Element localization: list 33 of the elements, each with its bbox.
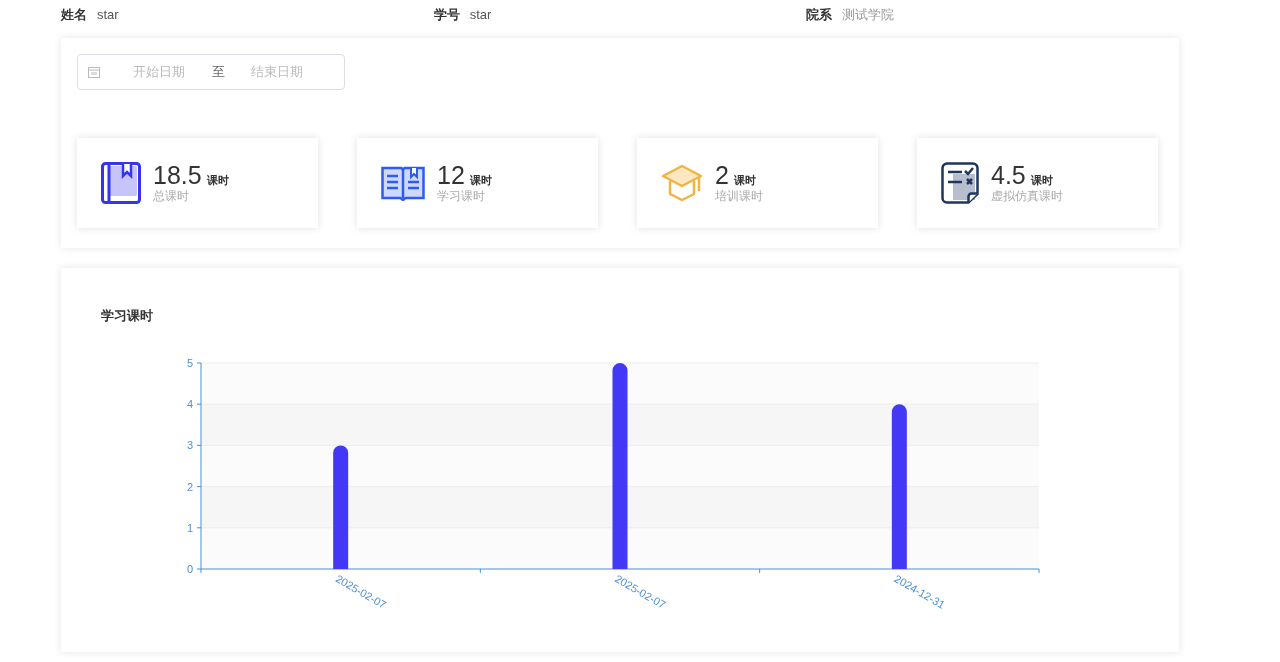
field-value: 测试学院 [842,6,895,25]
graduation-cap-icon [661,164,703,202]
checklist-document-icon [941,162,979,204]
date-range-field[interactable]: 开始日期 至 结束日期 [77,54,345,90]
stat-value: 18.5 [153,163,202,189]
field-label: 学号 [433,6,460,25]
stat-unit: 课时 [1030,173,1053,189]
bookmark-book-icon [101,162,141,204]
y-axis-label: 0 [186,562,193,575]
field-label: 姓名 [61,6,87,25]
start-date-field[interactable]: 开始日期 [114,61,204,83]
y-axis-label: 2 [186,480,193,493]
y-axis-label: 1 [186,521,193,534]
stat-unit: 课时 [469,173,492,189]
end-date-field[interactable]: 结束日期 [232,61,322,83]
stat-value: 2 [715,163,729,189]
open-book-icon [381,165,425,201]
chart-title: 学习课时 [101,307,154,325]
stat-label: 虚拟仿真课时 [991,188,1063,203]
y-axis-label: 5 [186,356,193,369]
y-axis-label: 3 [186,438,193,451]
stat-label: 总课时 [153,188,190,203]
y-axis-label: 4 [186,397,193,410]
field-value: star [469,6,492,25]
calendar-icon [88,66,100,78]
stat-unit: 课时 [206,173,229,189]
field-label: 院系 [806,6,833,25]
stat-value: 4.5 [991,163,1026,189]
stat-value: 12 [437,163,465,189]
stat-label: 学习课时 [437,188,486,203]
field-value: star [97,6,119,25]
stat-label: 培训课时 [715,188,763,203]
stat-unit: 课时 [733,173,756,189]
